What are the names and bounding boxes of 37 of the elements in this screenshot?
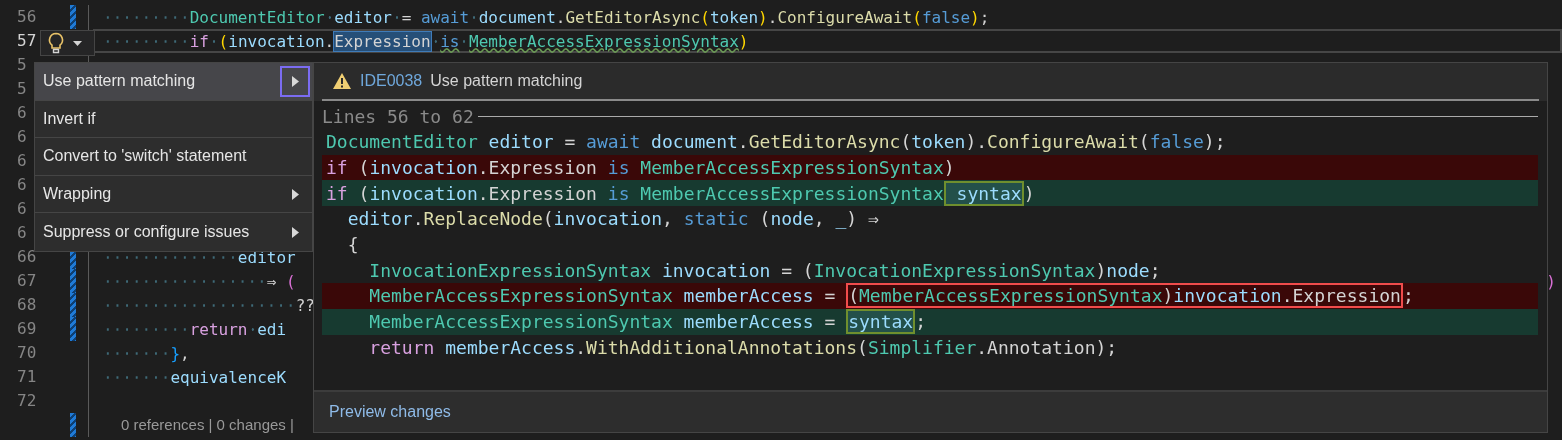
code-line: DocumentEditor editor = await document.GetEditorAsync(token).ConfigureAwait(false); xyxy=(93,5,1562,29)
line-number: 72 xyxy=(16,390,38,412)
lightbulb-icon xyxy=(47,32,65,54)
line-number: 57 xyxy=(16,30,38,52)
line-range-label: Lines 56 to 62 xyxy=(322,105,474,127)
codelens-text[interactable]: 0 references | 0 changes | xyxy=(93,413,294,437)
line-number: 6 xyxy=(16,174,28,196)
line-number: 6 xyxy=(16,198,28,220)
line-number: 6 xyxy=(16,150,28,172)
line-number: 70 xyxy=(16,342,38,364)
diff-line: { xyxy=(346,233,360,258)
menu-item[interactable]: Convert to 'switch' statement xyxy=(35,138,312,176)
caret-icon xyxy=(73,40,82,46)
line-number: 67 xyxy=(16,270,38,292)
line-number: 6 xyxy=(16,102,28,124)
line-number: 71 xyxy=(16,366,38,388)
diagnostic-id-link[interactable]: IDE0038 xyxy=(360,72,423,90)
diff-line: DocumentEditor editor = await document.GetEditorAsync(token).ConfigureAwait(false); xyxy=(325,130,1227,155)
menu-item[interactable]: Suppress or configure issues xyxy=(35,213,312,251)
diff-line: return memberAccess.WithAdditionalAnnotations(Simplifier.Annotation); xyxy=(368,335,1119,360)
line-number: 5 xyxy=(16,54,28,76)
menu-item[interactable]: Invert if xyxy=(35,100,312,139)
preview-changes-link[interactable]: Preview changes xyxy=(329,403,451,421)
warning-icon xyxy=(332,72,352,90)
diagnostic-title: Use pattern matching xyxy=(430,72,583,90)
line-number: 66 xyxy=(16,246,38,268)
menu-item[interactable]: Use pattern matching xyxy=(35,63,312,101)
lightbulb-button[interactable] xyxy=(40,30,95,56)
line-number: 6 xyxy=(16,222,28,244)
menu-item[interactable]: Wrapping xyxy=(35,175,312,214)
line-number: 6 xyxy=(16,126,28,148)
line-number: 56 xyxy=(16,6,38,28)
line-number: 5 xyxy=(16,78,28,100)
diff-line: editor.ReplaceNode(invocation, static (node, _) ⇒ xyxy=(346,207,880,232)
line-number: 68 xyxy=(16,294,38,316)
diff-line: InvocationExpressionSyntax invocation = (InvocationExpressionSyntax)node; xyxy=(368,258,1162,283)
line-number: 69 xyxy=(16,318,38,340)
